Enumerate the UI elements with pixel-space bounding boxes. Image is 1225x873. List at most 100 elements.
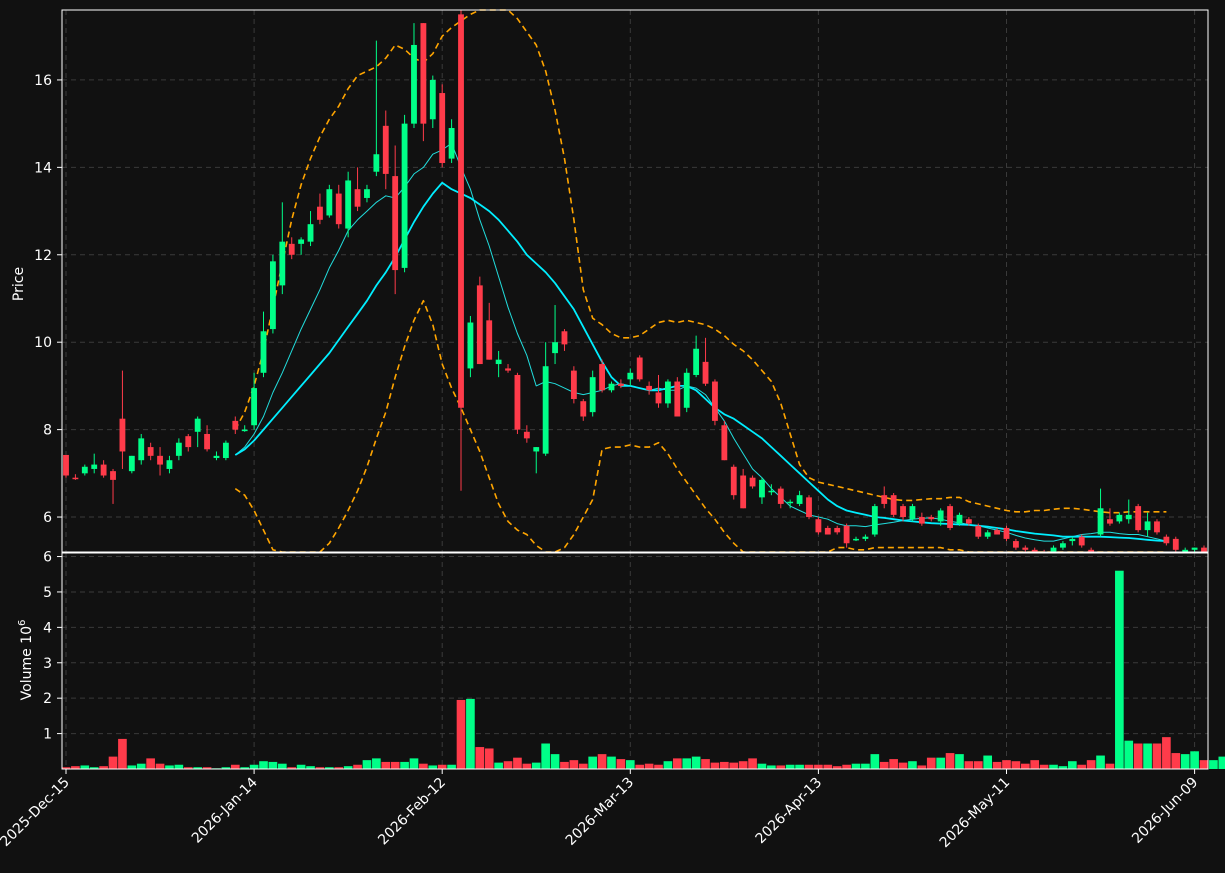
volume-bar (550, 754, 560, 769)
candle-body-up (665, 381, 671, 404)
candle-body-up (326, 189, 333, 216)
candle-body-down (335, 193, 342, 225)
volume-bar (390, 761, 400, 769)
volume-bar (945, 753, 955, 769)
volume-bar (155, 763, 165, 769)
candle-body-up (81, 466, 88, 474)
volume-bar (870, 754, 880, 769)
volume-bar (1077, 764, 1087, 769)
volume-y-tick-label: 2 (43, 691, 52, 707)
candle-body-down (994, 530, 1001, 535)
volume-bar (955, 754, 964, 769)
candle-body-down (523, 431, 530, 439)
candle-body-up (373, 154, 380, 172)
price-y-tick-label: 16 (34, 73, 52, 89)
volume-bar (691, 756, 701, 769)
candle-body-down (72, 477, 79, 480)
candle-body-down (636, 357, 643, 380)
candle-body-down (439, 93, 446, 163)
volume-bar (1011, 761, 1021, 769)
candle-body-up (871, 506, 878, 535)
candle-body-down (881, 495, 888, 504)
candle-body-down (420, 23, 427, 124)
candle-body-down (674, 381, 681, 417)
volume-bar (268, 761, 278, 769)
candle-body-down (1022, 547, 1029, 550)
candle-body-down (288, 243, 295, 255)
volume-bar (466, 698, 475, 769)
candle-body-down (1172, 538, 1179, 550)
volume-bar (644, 763, 654, 769)
volume-bar (926, 757, 936, 769)
candle-body-up (589, 377, 596, 413)
candle-body-down (204, 433, 210, 450)
candle-body-down (815, 519, 822, 533)
candle-body-up (608, 383, 615, 391)
volume-y-tick-label: 4 (43, 620, 52, 636)
candle-body-down (232, 420, 239, 430)
candle-body-up (984, 532, 991, 537)
volume-bar (1096, 755, 1105, 769)
candle-body-down (1078, 536, 1085, 546)
candle-body-up (937, 510, 944, 522)
volume-bar (776, 765, 786, 769)
volume-bar (531, 762, 541, 769)
candle-body-down (655, 392, 662, 404)
volume-bar (569, 760, 579, 769)
candle-body-up (128, 455, 135, 472)
volume-bar (861, 763, 870, 769)
volume-bar (1039, 764, 1049, 769)
volume-bar (785, 764, 795, 769)
candle-body-up (251, 388, 258, 426)
volume-bar (588, 756, 598, 769)
volume-bar (964, 761, 974, 769)
candle-body-up (1050, 547, 1057, 552)
candle-body-up (909, 506, 916, 520)
candle-body-down (712, 381, 718, 421)
candle-body-up (260, 331, 267, 373)
volume-bar (381, 761, 391, 769)
volume-bar (428, 765, 438, 769)
candle-body-up (862, 536, 869, 539)
candle-body-down (730, 466, 737, 496)
volume-bar (1180, 754, 1190, 769)
candle-body-up (279, 241, 286, 286)
candle-body-down (1154, 521, 1160, 533)
candle-body-up (241, 429, 248, 432)
candle-body-down (317, 206, 323, 220)
volume-bar (259, 761, 268, 769)
candle-body-down (476, 285, 483, 365)
volume-bar (494, 762, 503, 769)
volume-bar (522, 763, 532, 769)
volume-bar (1143, 743, 1152, 769)
candle-body-down (777, 488, 784, 504)
price-y-tick-label: 8 (43, 423, 52, 439)
volume-bar (1190, 751, 1199, 769)
price-y-tick-label: 14 (34, 160, 52, 176)
volume-bar (729, 762, 739, 769)
volume-bar (672, 758, 682, 769)
candle-body-down (918, 517, 925, 524)
volume-bar (983, 755, 993, 769)
volume-bar (1124, 740, 1134, 769)
candle-body-down (392, 176, 399, 271)
candle-body-up (175, 442, 182, 456)
candle-body-down (580, 401, 587, 417)
price-y-axis-label: Price (11, 267, 27, 301)
volume-bar (1020, 763, 1030, 769)
volume-bar (767, 765, 776, 769)
volume-bar (795, 764, 804, 769)
volume-bar (936, 757, 945, 769)
price-y-tick-label: 12 (34, 248, 52, 264)
volume-bar (720, 761, 729, 769)
volume-bar (992, 761, 1002, 769)
volume-bar (823, 764, 833, 769)
volume-bar (710, 762, 720, 769)
candle-body-down (749, 477, 756, 487)
candle-body-down (1201, 547, 1207, 552)
candle-body-down (119, 418, 126, 452)
candle-body-up (298, 239, 305, 244)
volume-bar (842, 764, 851, 769)
candle-body-up (222, 442, 229, 459)
volume-bar (513, 757, 522, 769)
